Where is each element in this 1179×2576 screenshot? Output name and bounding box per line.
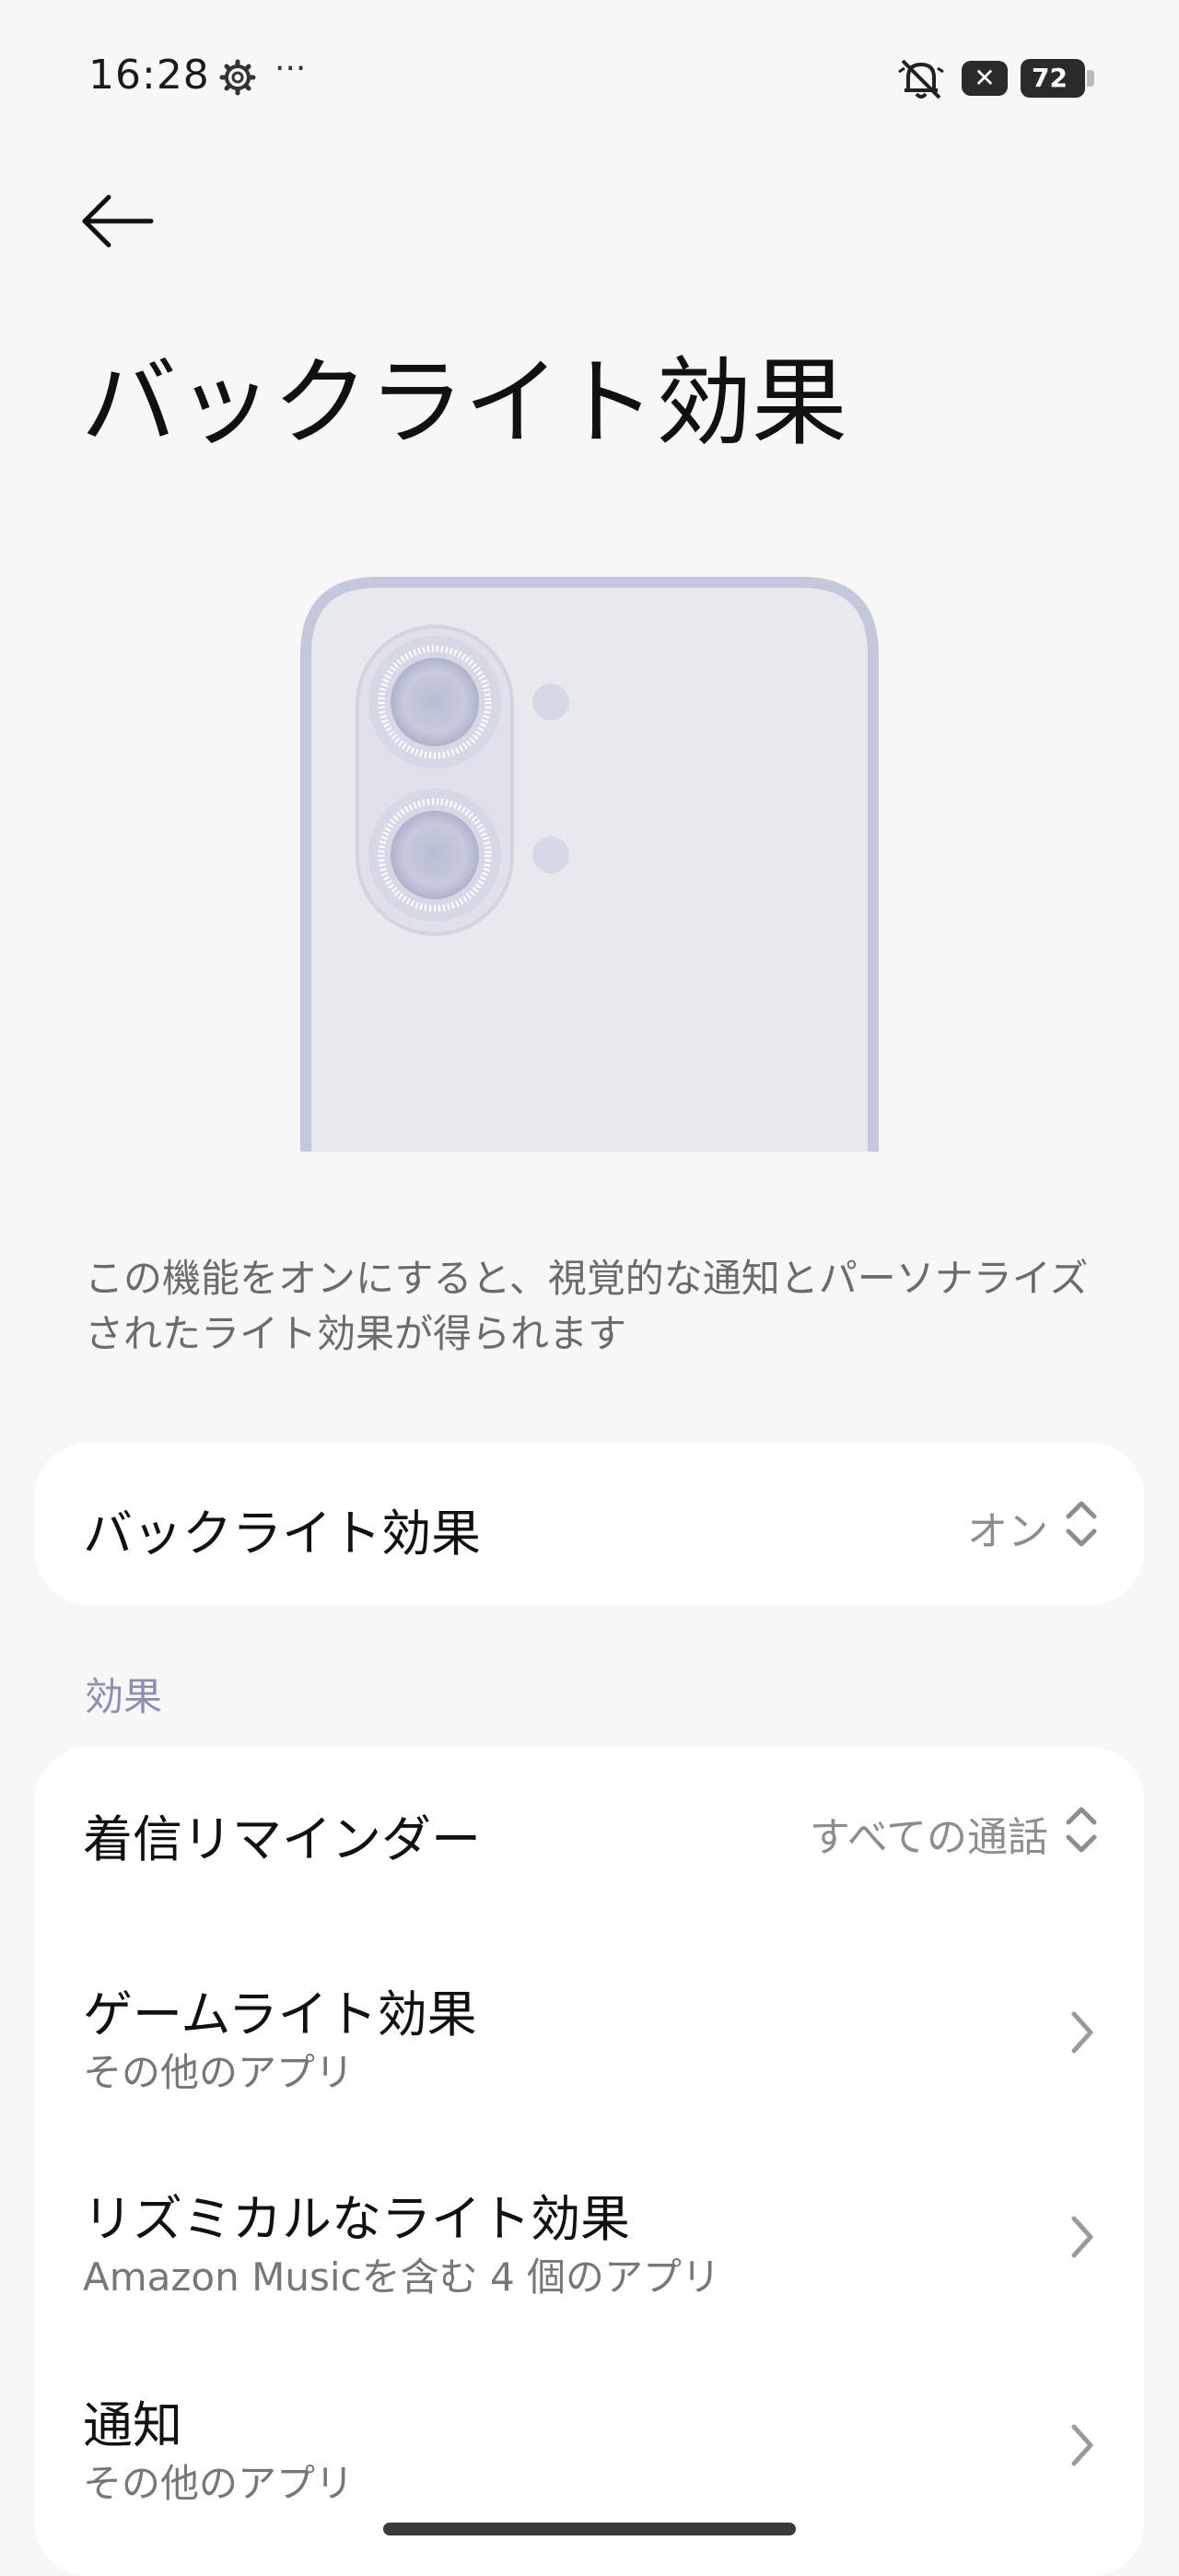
page-title: バックライト効果 (81, 346, 848, 459)
home-indicator[interactable] (383, 2523, 796, 2535)
chevron-right-icon (1071, 2216, 1093, 2258)
status-bar: 16:28 ··· ✕ 72 (0, 0, 1179, 157)
list-item-call-reminder[interactable]: 着信リマインダー すべての通話 (35, 1747, 1144, 1927)
battery-nub (1087, 70, 1094, 87)
call-reminder-value: すべての通話 (809, 1814, 1048, 1861)
chevron-right-icon (1071, 2424, 1093, 2466)
list-item-notifications[interactable]: 通知 その他のアプリ (35, 2336, 1144, 2541)
backlight-toggle-value: オン (967, 1508, 1048, 1555)
feature-description: この機能をオンにすると、視覚的な通知とパーソナライズされたライト効果が得られます (85, 1256, 1089, 1356)
backlight-toggle-label: バックライト効果 (83, 1505, 481, 1563)
notifications-subtitle: その他のアプリ (83, 2461, 355, 2506)
game-light-label: ゲームライト効果 (83, 1985, 477, 2043)
call-reminder-label: 着信リマインダー (83, 1810, 481, 1868)
game-light-subtitle: その他のアプリ (83, 2050, 355, 2095)
effects-card: 着信リマインダー すべての通話 ゲームライト効果 その他のアプリ リズミカルなラ… (35, 1747, 1144, 2576)
battery-indicator: 72 (1021, 59, 1085, 98)
app-notification-icon: ✕ (962, 61, 1008, 96)
rhythmic-light-subtitle: Amazon Musicを含む 4 個のアプリ (83, 2254, 721, 2300)
gear-icon (219, 59, 256, 96)
backlight-toggle-card[interactable]: バックライト効果 オン (35, 1443, 1144, 1605)
status-time: 16:28 (88, 52, 210, 99)
back-arrow-icon[interactable] (74, 184, 166, 258)
phone-backlight-illustration (300, 577, 879, 1152)
chevron-right-icon (1071, 2011, 1093, 2054)
list-item-rhythmic-light[interactable]: リズミカルなライト効果 Amazon Musicを含む 4 個のアプリ (35, 2132, 1144, 2336)
list-item-game-light[interactable]: ゲームライト効果 その他のアプリ (35, 1927, 1144, 2132)
updown-chevron-icon (1066, 1807, 1097, 1853)
rhythmic-light-label: リズミカルなライト効果 (83, 2190, 630, 2248)
bell-off-icon (898, 59, 944, 100)
updown-chevron-icon (1066, 1501, 1097, 1547)
more-dots-icon: ··· (274, 50, 307, 88)
notifications-label: 通知 (83, 2396, 182, 2454)
section-header-effects: 効果 (85, 1674, 163, 1719)
